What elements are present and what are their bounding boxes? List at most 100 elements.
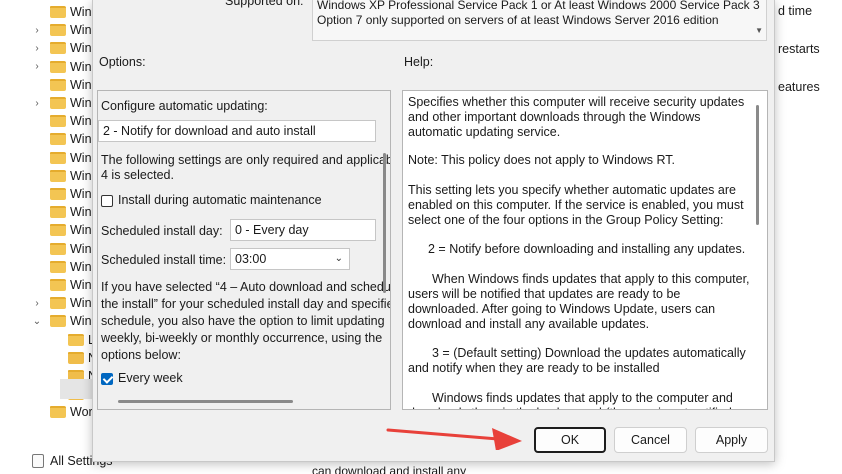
chevron-down-icon[interactable]: ⌄	[32, 316, 42, 327]
tree-item[interactable]: › Wind	[0, 58, 100, 76]
help-scrollbar-thumb[interactable]	[756, 105, 759, 225]
settings-page-icon	[32, 454, 44, 468]
schedule-paragraph: schedule, you also have the option to li…	[101, 314, 385, 328]
install-time-label: Scheduled install time:	[101, 253, 227, 267]
install-time-select[interactable]: 03:00 ⌄	[230, 248, 350, 270]
tree-item[interactable]: Wind	[0, 167, 100, 185]
policy-list-right: d time restarts eatures	[775, 0, 842, 474]
maintenance-checkbox[interactable]	[101, 195, 113, 207]
folder-icon	[50, 260, 66, 273]
ok-button[interactable]: OK	[534, 427, 606, 453]
tree-item[interactable]: Wind	[0, 221, 100, 239]
tree-item[interactable]: Wind	[0, 240, 100, 258]
supported-on-label: Supported on:	[225, 0, 304, 8]
help-paragraph: 3 = (Default setting) Download the updat…	[408, 346, 746, 375]
supported-on-box: Windows XP Professional Service Pack 1 o…	[312, 0, 767, 41]
tree-item-all-settings[interactable]: All Settings	[0, 452, 113, 470]
policy-list-text: eatures	[778, 80, 820, 94]
tree-item[interactable]: › Wind	[0, 39, 100, 57]
maintenance-label: Install during automatic maintenance	[118, 193, 322, 207]
install-day-label: Scheduled install day:	[101, 224, 223, 238]
policy-list-text: d time	[778, 4, 813, 18]
folder-icon	[50, 133, 66, 146]
help-pane: Specifies whether this computer will rec…	[402, 90, 768, 410]
every-week-label: Every week	[118, 371, 183, 385]
folder-icon	[50, 42, 66, 55]
chevron-right-icon[interactable]: ›	[32, 25, 42, 36]
options-vertical-scrollbar[interactable]	[383, 95, 386, 355]
options-pane: Configure automatic updating: 2 - Notify…	[97, 90, 391, 410]
every-week-checkbox[interactable]	[101, 373, 113, 385]
chevron-right-icon[interactable]: ›	[32, 61, 42, 72]
folder-icon	[50, 97, 66, 109]
tree-item[interactable]: › Wind	[0, 21, 100, 39]
help-paragraph: Windows finds updates that apply to the …	[408, 391, 733, 409]
folder-icon	[50, 169, 66, 182]
tree-item[interactable]: L	[0, 331, 100, 349]
chevron-right-icon[interactable]: ›	[32, 298, 42, 309]
tree-item[interactable]: Wind	[0, 3, 100, 21]
schedule-paragraph: options below:	[101, 348, 181, 362]
supported-on-line: Option 7 only supported on servers of at…	[317, 13, 719, 27]
options-horizontal-scrollbar[interactable]	[118, 400, 293, 403]
scrollbar-thumb[interactable]	[383, 153, 386, 293]
folder-icon	[50, 78, 66, 91]
tree-item[interactable]: Wind	[0, 112, 100, 130]
help-paragraph: 2 = Notify before downloading and instal…	[428, 242, 746, 256]
tree-item[interactable]: Wind	[0, 276, 100, 294]
settings-note: The following settings are only required…	[101, 153, 391, 167]
chevron-right-icon[interactable]: ›	[32, 43, 42, 54]
chevron-right-icon[interactable]: ›	[32, 98, 42, 109]
folder-icon	[50, 60, 66, 73]
tree-item[interactable]: Wind	[0, 130, 100, 148]
folder-icon	[50, 406, 66, 419]
help-paragraph: When Windows finds updates that apply to…	[408, 272, 750, 331]
tree-item[interactable]: ⌄ Wind	[0, 312, 100, 330]
tree-item[interactable]: Wind	[0, 258, 100, 276]
folder-icon	[50, 224, 66, 237]
folder-icon	[50, 115, 66, 128]
policy-list-text: restarts	[778, 42, 820, 56]
schedule-paragraph: the install” for your scheduled install …	[101, 297, 391, 311]
tree-item[interactable]: Wind	[0, 185, 100, 203]
folder-icon	[50, 151, 66, 164]
apply-button[interactable]: Apply	[695, 427, 768, 453]
folder-icon	[50, 6, 66, 18]
help-paragraph: This setting lets you specify whether au…	[408, 183, 744, 227]
folder-icon	[68, 351, 84, 364]
cancel-button[interactable]: Cancel	[614, 427, 687, 453]
configure-updating-label: Configure automatic updating:	[101, 99, 268, 113]
folder-icon	[50, 188, 66, 200]
annotation-arrow-icon	[386, 428, 522, 450]
tree-item[interactable]: N	[0, 349, 100, 367]
options-label: Options:	[99, 55, 146, 69]
explain-text-behind: can download and install any	[312, 464, 467, 474]
folder-icon	[50, 315, 66, 328]
tree-item[interactable]: › Wind	[0, 294, 100, 312]
folder-icon	[50, 24, 66, 37]
tree-item[interactable]: Wind	[0, 76, 100, 94]
help-paragraph: Specifies whether this computer will rec…	[408, 95, 745, 139]
tree-item[interactable]: Wind	[0, 149, 100, 167]
folder-icon	[68, 333, 84, 346]
schedule-paragraph: If you have selected “4 – Auto download …	[101, 280, 391, 294]
tree-item[interactable]: › Wind	[0, 94, 100, 112]
tree-item[interactable]: Wind	[0, 203, 100, 221]
settings-note: 4 is selected.	[101, 168, 174, 182]
install-day-select[interactable]: 0 - Every day	[230, 219, 376, 241]
configure-automatic-updates-dialog: Supported on: Windows XP Professional Se…	[92, 0, 775, 462]
chevron-down-icon: ⌄	[334, 253, 343, 264]
install-day-value: 0 - Every day	[235, 223, 309, 237]
folder-icon	[50, 206, 66, 219]
supported-on-line: Windows XP Professional Service Pack 1 o…	[317, 0, 760, 12]
schedule-paragraph: weekly, bi-weekly or monthly occurrence,…	[101, 331, 383, 345]
help-label: Help:	[404, 55, 434, 69]
folder-icon	[50, 279, 66, 291]
scroll-down-icon[interactable]: ▼	[755, 26, 763, 35]
navigation-tree: Wind › Wind › Wind › Wind Wind › Wind Wind Wind Wind…	[0, 0, 113, 474]
folder-icon	[50, 297, 66, 310]
tree-item[interactable]: Work	[0, 403, 100, 421]
install-time-value: 03:00	[235, 252, 267, 266]
help-paragraph: Note: This policy does not apply to Wind…	[408, 153, 676, 167]
configure-updating-select[interactable]: 2 - Notify for download and auto install	[98, 120, 376, 142]
